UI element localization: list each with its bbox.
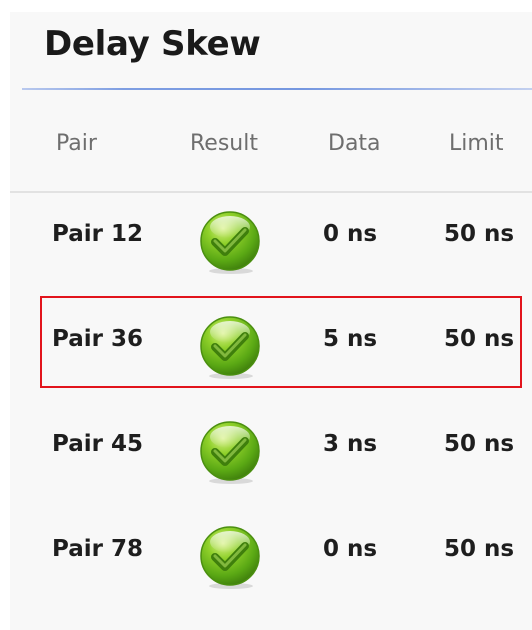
limit-value: 50 ns [444, 431, 515, 457]
selected-row-outline [40, 296, 522, 388]
checkmark-icon [197, 524, 263, 590]
pair-name: Pair 78 [52, 536, 144, 562]
table-header: Pair Result Data Limit [10, 126, 532, 162]
column-header-limit[interactable]: Limit [449, 126, 504, 162]
data-value: 3 ns [323, 431, 378, 457]
pair-name: Pair 12 [52, 221, 144, 247]
data-value: 0 ns [323, 221, 378, 247]
checkmark-icon [197, 209, 263, 275]
limit-value: 50 ns [444, 536, 515, 562]
table-row[interactable]: Pair 45 3 ns 50 ns [10, 405, 532, 495]
table-row[interactable]: Pair 12 0 ns 50 ns [10, 195, 532, 285]
limit-value: 50 ns [444, 221, 515, 247]
delay-skew-panel: Delay Skew Pair Result Data Limit Pair 1… [10, 12, 532, 630]
checkmark-icon [197, 419, 263, 485]
panel-title: Delay Skew [44, 24, 261, 64]
column-header-pair[interactable]: Pair [56, 126, 97, 162]
table-row[interactable]: Pair 78 0 ns 50 ns [10, 510, 532, 600]
title-divider [22, 88, 532, 90]
column-header-data[interactable]: Data [328, 126, 381, 162]
data-value: 0 ns [323, 536, 378, 562]
column-header-result[interactable]: Result [190, 126, 258, 162]
header-divider [10, 191, 532, 193]
pair-name: Pair 45 [52, 431, 144, 457]
